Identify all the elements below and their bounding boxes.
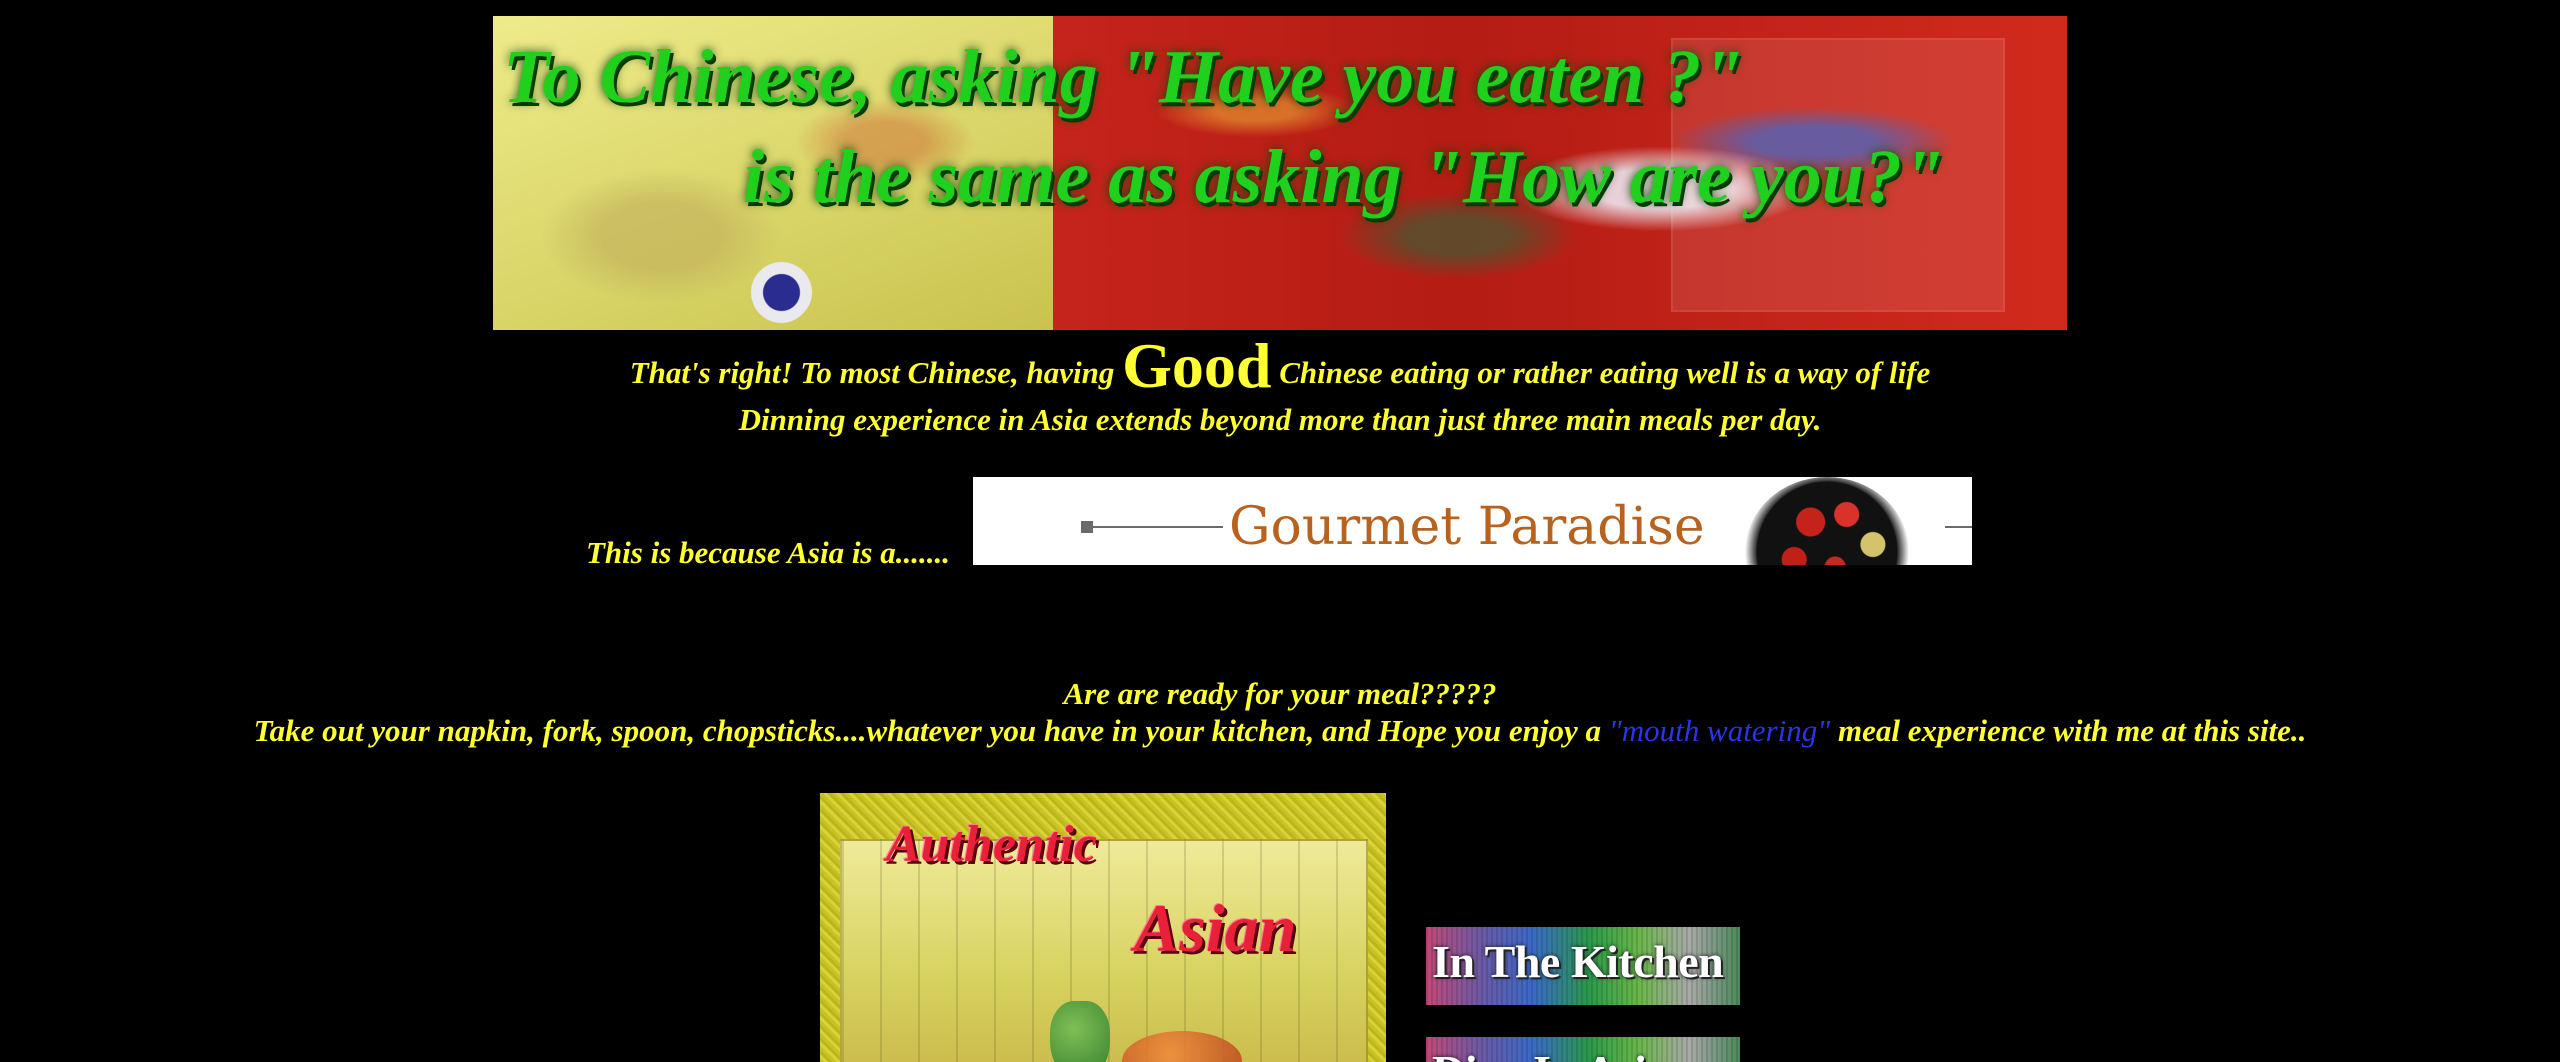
intro-line-2: Dinning experience in Asia extends beyon… (738, 402, 1822, 437)
gourmet-rule-right (1945, 526, 1972, 528)
intro-line-3: This is because Asia is a....... (586, 535, 950, 570)
intro-text-start: That's right! To most Chinese, having (629, 355, 1115, 390)
gourmet-bullet-square (1081, 521, 1093, 533)
chili-icon (1122, 1031, 1242, 1062)
nav-button-label: In The Kitchen (1432, 936, 1724, 987)
authentic-asian-image: Authentic Asian (820, 793, 1386, 1062)
gourmet-title: Gourmet Paradise (1223, 497, 1711, 557)
asian-word: Asian (1134, 890, 1297, 966)
pepper-icon (1050, 1001, 1110, 1062)
intro-good-word: Good (1122, 330, 1272, 401)
nav-button-label: Dine In Asia (1432, 1045, 1669, 1062)
meal-question: Are are ready for your meal????? (1063, 676, 1497, 711)
nav-button-dine-in-asia[interactable]: Dine In Asia (1426, 1037, 1740, 1062)
banner-line-2: is the same as asking "How are you?" (743, 135, 1945, 219)
meal-text-before: Take out your napkin, fork, spoon, chops… (253, 713, 1601, 748)
intro-text-end: Chinese eating or rather eating well is … (1279, 355, 1931, 390)
banner-line-1: To Chinese, asking "Have you eaten ?" (503, 35, 1744, 119)
nav-button-in-the-kitchen[interactable]: In The Kitchen (1426, 927, 1740, 1005)
page: To Chinese, asking "Have you eaten ?" is… (0, 0, 2560, 1062)
sushi-plate-icon (1745, 477, 1909, 565)
mouth-watering-text: "mouth watering" (1608, 713, 1831, 748)
header-banner-image: To Chinese, asking "Have you eaten ?" is… (493, 16, 2067, 330)
banner-stamp-icon (743, 254, 813, 324)
gourmet-paradise-banner: Gourmet Paradise (973, 477, 1972, 565)
meal-invitation: Take out your napkin, fork, spoon, chops… (0, 713, 2560, 749)
meal-text-after: meal experience with me at this site.. (1838, 713, 2307, 748)
intro-line-1: That's right! To most Chinese, having Go… (0, 330, 2560, 409)
authentic-word: Authentic (886, 816, 1097, 873)
